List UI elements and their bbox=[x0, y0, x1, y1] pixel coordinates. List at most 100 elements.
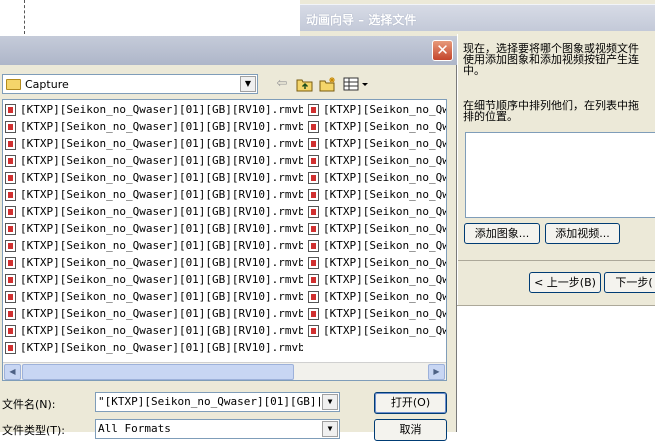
file-name: [KTXP][Seikon_no_Qwaser][01][GB][RV10].r… bbox=[20, 137, 303, 150]
wizard-titlebar[interactable]: 动画向导 – 选择文件 bbox=[300, 4, 655, 31]
file-list-item[interactable]: [KTXP][Seikon_no_Qwas bbox=[306, 135, 446, 152]
up-folder-icon[interactable] bbox=[296, 76, 314, 92]
chevron-down-icon[interactable]: ▼ bbox=[240, 76, 256, 92]
video-file-icon bbox=[5, 240, 16, 252]
filename-input[interactable]: "[KTXP][Seikon_no_Qwaser][01][GB][RV1( ▼ bbox=[95, 392, 340, 412]
file-list-item[interactable]: [KTXP][Seikon_no_Qwaser][01][GB][RV10].r… bbox=[3, 237, 303, 254]
wizard-instructions-1-line: 中。 bbox=[463, 64, 485, 76]
file-list-item[interactable]: [KTXP][Seikon_no_Qwaser][01][GB][RV10].r… bbox=[3, 339, 303, 356]
wizard-instructions-1: 现在，选择要将哪个图象或视频文件 使用添加图象和添加视频按钮产生连 中。 bbox=[463, 43, 655, 76]
file-list-item[interactable]: [KTXP][Seikon_no_Qwas bbox=[306, 220, 446, 237]
previous-button[interactable]: < 上一步(B) bbox=[529, 272, 601, 293]
chevron-down-icon[interactable]: ▼ bbox=[322, 394, 338, 410]
add-video-button[interactable]: 添加视频... bbox=[545, 223, 620, 244]
add-image-button[interactable]: 添加图象... bbox=[464, 223, 540, 244]
file-list-item[interactable]: [KTXP][Seikon_no_Qwas bbox=[306, 271, 446, 288]
file-name: [KTXP][Seikon_no_Qwas bbox=[323, 171, 446, 184]
video-file-icon bbox=[308, 325, 319, 337]
open-button[interactable]: 打开(O) bbox=[374, 392, 447, 414]
folder-icon bbox=[6, 79, 21, 90]
file-list-item[interactable]: [KTXP][Seikon_no_Qwaser][01][GB][RV10].r… bbox=[3, 322, 303, 339]
video-file-icon bbox=[308, 104, 319, 116]
back-arrow-icon[interactable]: ⇦ bbox=[274, 76, 290, 92]
desktop-background bbox=[0, 0, 300, 34]
scroll-right-icon[interactable]: ▶ bbox=[428, 364, 445, 380]
video-file-icon bbox=[308, 291, 319, 303]
video-file-icon bbox=[5, 274, 16, 286]
video-file-icon bbox=[5, 257, 16, 269]
file-name: [KTXP][Seikon_no_Qwaser][01][GB][RV10].r… bbox=[20, 273, 303, 286]
video-file-icon bbox=[308, 172, 319, 184]
chevron-down-icon[interactable]: ▼ bbox=[322, 421, 338, 437]
filetype-select[interactable]: All Formats ▼ bbox=[95, 419, 340, 439]
video-file-icon bbox=[5, 325, 16, 337]
cancel-button[interactable]: 取消 bbox=[374, 419, 447, 441]
file-list-item[interactable]: [KTXP][Seikon_no_Qwas bbox=[306, 169, 446, 186]
file-name: [KTXP][Seikon_no_Qwas bbox=[323, 154, 446, 167]
look-in-value: Capture bbox=[25, 78, 69, 91]
file-name: [KTXP][Seikon_no_Qwas bbox=[323, 222, 446, 235]
file-name: [KTXP][Seikon_no_Qwaser][01][GB][RV10].r… bbox=[20, 120, 303, 133]
file-name: [KTXP][Seikon_no_Qwaser][01][GB][RV10].r… bbox=[20, 205, 303, 218]
dashed-guide-line bbox=[24, 0, 25, 34]
file-list-item[interactable]: [KTXP][Seikon_no_Qwas bbox=[306, 254, 446, 271]
wizard-instructions-1-line: 使用添加图象和添加视频按钮产生连 bbox=[463, 53, 639, 66]
file-name: [KTXP][Seikon_no_Qwaser][01][GB][RV10].r… bbox=[20, 341, 303, 354]
next-button[interactable]: 下一步( bbox=[604, 272, 655, 293]
file-list-item[interactable]: [KTXP][Seikon_no_Qwas bbox=[306, 322, 446, 339]
file-list-item[interactable]: [KTXP][Seikon_no_Qwas bbox=[306, 101, 446, 118]
video-file-icon bbox=[5, 138, 16, 150]
file-list-item[interactable]: [KTXP][Seikon_no_Qwaser][01][GB][RV10].r… bbox=[3, 203, 303, 220]
file-list-item[interactable]: [KTXP][Seikon_no_Qwaser][01][GB][RV10].r… bbox=[3, 305, 303, 322]
video-file-icon bbox=[308, 257, 319, 269]
file-list-item[interactable]: [KTXP][Seikon_no_Qwaser][01][GB][RV10].r… bbox=[3, 288, 303, 305]
close-button[interactable]: ✕ bbox=[432, 40, 453, 61]
video-file-icon bbox=[5, 308, 16, 320]
file-name: [KTXP][Seikon_no_Qwaser][01][GB][RV10].r… bbox=[20, 171, 303, 184]
file-list-item[interactable]: [KTXP][Seikon_no_Qwaser][01][GB][RV10].r… bbox=[3, 135, 303, 152]
file-list-item[interactable]: [KTXP][Seikon_no_Qwaser][01][GB][RV10].r… bbox=[3, 152, 303, 169]
scroll-left-icon[interactable]: ◀ bbox=[4, 364, 21, 380]
file-list-item[interactable]: [KTXP][Seikon_no_Qwaser][01][GB][RV10].r… bbox=[3, 254, 303, 271]
file-list-item[interactable]: [KTXP][Seikon_no_Qwas bbox=[306, 118, 446, 135]
file-list-item[interactable]: [KTXP][Seikon_no_Qwaser][01][GB][RV10].r… bbox=[3, 186, 303, 203]
video-file-icon bbox=[5, 104, 16, 116]
file-list-item[interactable]: [KTXP][Seikon_no_Qwas bbox=[306, 237, 446, 254]
file-list-item[interactable]: [KTXP][Seikon_no_Qwaser][01][GB][RV10].r… bbox=[3, 118, 303, 135]
file-list-item[interactable]: [KTXP][Seikon_no_Qwas bbox=[306, 288, 446, 305]
horizontal-scrollbar[interactable]: ◀ ▶ bbox=[3, 362, 446, 380]
file-name: [KTXP][Seikon_no_Qwas bbox=[323, 103, 446, 116]
file-open-dialog: ✕ Capture ▼ ⇦ [KTXP][Seikon_no_Qwaser][0… bbox=[0, 36, 457, 441]
file-name: [KTXP][Seikon_no_Qwas bbox=[323, 324, 446, 337]
new-folder-icon[interactable] bbox=[319, 76, 337, 92]
file-name: [KTXP][Seikon_no_Qwas bbox=[323, 137, 446, 150]
look-in-combo[interactable]: Capture ▼ bbox=[2, 74, 258, 94]
file-name: [KTXP][Seikon_no_Qwaser][01][GB][RV10].r… bbox=[20, 290, 303, 303]
filetype-label: 文件类型(T): bbox=[2, 424, 66, 437]
wizard-preview-area bbox=[457, 305, 655, 432]
dialog-titlebar[interactable]: ✕ bbox=[0, 36, 457, 65]
file-name: [KTXP][Seikon_no_Qwaser][01][GB][RV10].r… bbox=[20, 222, 303, 235]
wizard-title: 动画向导 – 选择文件 bbox=[306, 13, 417, 27]
file-list-item[interactable]: [KTXP][Seikon_no_Qwas bbox=[306, 305, 446, 322]
file-list-item[interactable]: [KTXP][Seikon_no_Qwaser][01][GB][RV10].r… bbox=[3, 101, 303, 118]
file-name: [KTXP][Seikon_no_Qwaser][01][GB][RV10].r… bbox=[20, 324, 303, 337]
scrollbar-thumb[interactable] bbox=[22, 364, 294, 380]
video-file-icon bbox=[5, 291, 16, 303]
file-list-item[interactable]: [KTXP][Seikon_no_Qwas bbox=[306, 186, 446, 203]
video-file-icon bbox=[5, 189, 16, 201]
filetype-value: All Formats bbox=[98, 422, 171, 435]
file-list-item[interactable]: [KTXP][Seikon_no_Qwas bbox=[306, 152, 446, 169]
file-list[interactable]: [KTXP][Seikon_no_Qwaser][01][GB][RV10].r… bbox=[2, 99, 447, 381]
view-menu-icon[interactable] bbox=[343, 76, 369, 92]
wizard-file-order-list[interactable] bbox=[465, 132, 655, 218]
file-name: [KTXP][Seikon_no_Qwas bbox=[323, 239, 446, 252]
file-list-item[interactable]: [KTXP][Seikon_no_Qwas bbox=[306, 203, 446, 220]
file-list-item[interactable]: [KTXP][Seikon_no_Qwaser][01][GB][RV10].r… bbox=[3, 169, 303, 186]
video-file-icon bbox=[308, 240, 319, 252]
file-name: [KTXP][Seikon_no_Qwaser][01][GB][RV10].r… bbox=[20, 188, 303, 201]
video-file-icon bbox=[5, 206, 16, 218]
file-list-item[interactable]: [KTXP][Seikon_no_Qwaser][01][GB][RV10].r… bbox=[3, 220, 303, 237]
file-name: [KTXP][Seikon_no_Qwaser][01][GB][RV10].r… bbox=[20, 103, 303, 116]
file-list-item[interactable]: [KTXP][Seikon_no_Qwaser][01][GB][RV10].r… bbox=[3, 271, 303, 288]
